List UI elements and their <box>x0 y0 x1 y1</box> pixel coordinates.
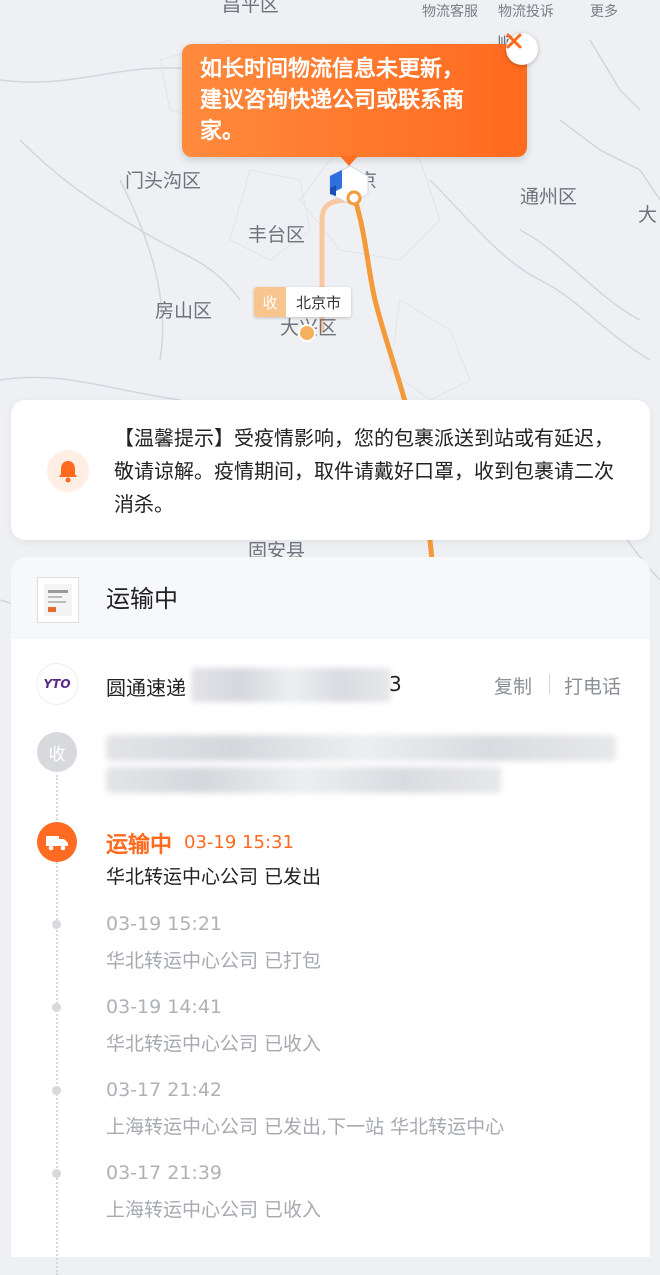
notice-text: 【温馨提示】受疫情影响，您的包裹派送到站或有延迟，敬请谅解。疫情期间，取件请戴好… <box>114 426 614 516</box>
current-event-time: 03-19 15:31 <box>184 832 294 853</box>
map-label-tongzhou: 通州区 <box>520 186 578 208</box>
more-link[interactable]: 更多 <box>590 1 618 21</box>
current-event-desc: 华北转运中心公司 已发出 <box>106 866 322 888</box>
receiver-location-dot <box>298 324 316 342</box>
bell-icon <box>47 450 89 492</box>
logistics-panel: 运输中 YTO 圆通速递 3 复制 打电话 收 运输中 03-19 15:31 … <box>11 557 650 1275</box>
event-desc: 华北转运中心公司 已打包 <box>106 950 322 972</box>
tracking-number-tail: 3 <box>389 672 402 696</box>
tracking-number-redacted <box>191 668 391 702</box>
courier-logo-icon: YTO <box>37 664 77 704</box>
action-divider <box>549 674 550 694</box>
courier-logo-text: YTO <box>43 677 71 691</box>
update-tooltip: 如长时间物流信息未更新，建议咨询快递公司或联系商家。 <box>182 44 527 166</box>
product-thumbnail[interactable] <box>37 577 79 623</box>
address-redacted-line2 <box>106 767 501 793</box>
close-icon[interactable] <box>506 33 538 65</box>
timeline-dot <box>52 1169 61 1178</box>
event-desc: 上海转运中心公司 已收入 <box>106 1199 322 1221</box>
event-time: 03-17 21:42 <box>106 1079 223 1101</box>
truck-marker-icon[interactable] <box>326 162 372 212</box>
address-redacted-line1 <box>106 735 616 761</box>
event-time: 03-17 21:39 <box>106 1162 223 1184</box>
call-button[interactable]: 打电话 <box>564 672 621 699</box>
event-desc: 华北转运中心公司 已收入 <box>106 1033 322 1055</box>
map-label-changping: 昌平区 <box>222 0 280 16</box>
map-label-fangshan: 房山区 <box>155 300 213 322</box>
complaint-link[interactable]: 物流投诉 <box>498 1 554 21</box>
courier-row: YTO 圆通速递 3 复制 打电话 <box>11 652 650 712</box>
truck-icon <box>37 822 77 862</box>
map-label-mentougou: 门头沟区 <box>125 170 202 192</box>
event-time: 03-19 14:41 <box>106 996 223 1018</box>
courier-name: 圆通速递 <box>106 676 186 700</box>
receiver-map-tag[interactable]: 收 北京市 <box>254 287 352 317</box>
event-time: 03-19 15:21 <box>106 913 223 935</box>
receiver-tag-city: 北京市 <box>296 293 342 312</box>
map-label-da: 大 <box>638 204 658 226</box>
tooltip-arrow <box>340 156 358 166</box>
customer-service-link[interactable]: 物流客服 <box>422 1 478 21</box>
copy-button[interactable]: 复制 <box>494 672 532 699</box>
timeline-dot <box>52 1003 61 1012</box>
status-row[interactable]: 运输中 <box>11 557 650 639</box>
shipment-status: 运输中 <box>106 585 178 613</box>
receiver-badge: 收 <box>37 732 77 772</box>
event-desc: 上海转运中心公司 已发出,下一站 华北转运中心 <box>106 1116 505 1138</box>
notice-card: 【温馨提示】受疫情影响，您的包裹派送到站或有延迟，敬请谅解。疫情期间，取件请戴好… <box>11 400 650 540</box>
current-event-status: 运输中 <box>106 833 173 858</box>
tooltip-text: 如长时间物流信息未更新，建议咨询快递公司或联系商家。 <box>200 57 465 144</box>
timeline-dot <box>52 1086 61 1095</box>
receiver-tag-prefix: 收 <box>254 287 286 317</box>
map-label-fengtai: 丰台区 <box>248 224 306 246</box>
receiver-address-row: 收 <box>11 729 650 799</box>
timeline-dot <box>52 920 61 929</box>
